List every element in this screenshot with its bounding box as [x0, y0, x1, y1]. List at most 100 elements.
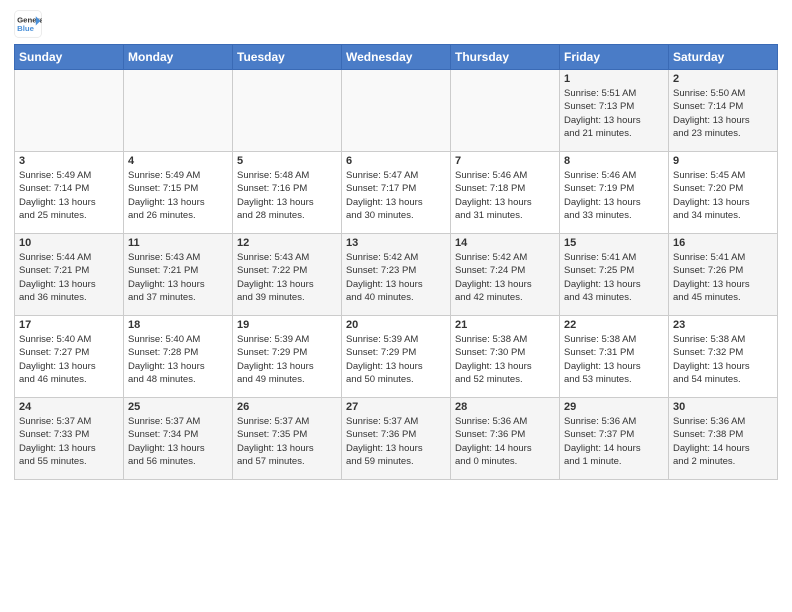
- header-cell-wednesday: Wednesday: [342, 45, 451, 70]
- day-detail: Sunrise: 5:40 AM Sunset: 7:28 PM Dayligh…: [128, 333, 228, 386]
- calendar-cell: 3Sunrise: 5:49 AM Sunset: 7:14 PM Daylig…: [15, 152, 124, 234]
- calendar-cell: 12Sunrise: 5:43 AM Sunset: 7:22 PM Dayli…: [233, 234, 342, 316]
- calendar-cell: 20 Sunrise: 5:39 AM Sunset: 7:29 PM Dayli…: [342, 316, 451, 398]
- calendar-cell: 5 Sunrise: 5:48 AM Sunset: 7:16 PM Daylig…: [233, 152, 342, 234]
- calendar-week-1: 1 Sunrise: 5:51 AM Sunset: 7:13 PM Daylig…: [15, 70, 778, 152]
- calendar-cell: [233, 70, 342, 152]
- day-detail: Sunrise: 5:50 AM Sunset: 7:14 PM Dayligh…: [673, 87, 773, 140]
- day-detail: Sunrise: 5:37 AM Sunset: 7:36 PM Dayligh…: [346, 415, 446, 468]
- day-number: 26: [237, 401, 337, 413]
- day-number: 20: [346, 319, 446, 331]
- calendar-cell: [342, 70, 451, 152]
- day-detail: Sunrise: 5:37 AM Sunset: 7:35 PM Dayligh…: [237, 415, 337, 468]
- day-detail: Sunrise: 5:43 AM Sunset: 7:21 PM Dayligh…: [128, 251, 228, 304]
- page: General Blue SundayMondayTuesdayWednesda…: [0, 0, 792, 612]
- day-number: 15: [564, 237, 664, 249]
- calendar-cell: [124, 70, 233, 152]
- calendar-cell: 15 Sunrise: 5:41 AM Sunset: 7:25 PM Dayli…: [560, 234, 669, 316]
- day-detail: Sunrise: 5:38 AM Sunset: 7:32 PM Dayligh…: [673, 333, 773, 386]
- day-detail: Sunrise: 5:40 AM Sunset: 7:27 PM Dayligh…: [19, 333, 119, 386]
- day-number: 14: [455, 237, 555, 249]
- calendar-cell: 17 Sunrise: 5:40 AM Sunset: 7:27 PM Dayli…: [15, 316, 124, 398]
- day-detail: Sunrise: 5:46 AM Sunset: 7:18 PM Dayligh…: [455, 169, 555, 222]
- calendar-table: SundayMondayTuesdayWednesdayThursdayFrid…: [14, 44, 778, 480]
- day-detail: Sunrise: 5:41 AM Sunset: 7:25 PM Dayligh…: [564, 251, 664, 304]
- day-number: 17: [19, 319, 119, 331]
- header: General Blue: [14, 10, 778, 38]
- day-detail: Sunrise: 5:43 AM Sunset: 7:22 PM Dayligh…: [237, 251, 337, 304]
- logo-icon: General Blue: [14, 10, 42, 38]
- header-cell-monday: Monday: [124, 45, 233, 70]
- day-detail: Sunrise: 5:42 AM Sunset: 7:24 PM Dayligh…: [455, 251, 555, 304]
- day-detail: Sunrise: 5:51 AM Sunset: 7:13 PM Dayligh…: [564, 87, 664, 140]
- logo: General Blue: [14, 10, 42, 38]
- calendar-cell: 9 Sunrise: 5:45 AM Sunset: 7:20 PM Daylig…: [669, 152, 778, 234]
- calendar-cell: 23 Sunrise: 5:38 AM Sunset: 7:32 PM Dayli…: [669, 316, 778, 398]
- day-number: 27: [346, 401, 446, 413]
- day-number: 2: [673, 73, 773, 85]
- day-number: 1: [564, 73, 664, 85]
- calendar-cell: 16 Sunrise: 5:41 AM Sunset: 7:26 PM Dayli…: [669, 234, 778, 316]
- calendar-cell: 2 Sunrise: 5:50 AM Sunset: 7:14 PM Daylig…: [669, 70, 778, 152]
- day-number: 8: [564, 155, 664, 167]
- calendar-cell: 1 Sunrise: 5:51 AM Sunset: 7:13 PM Daylig…: [560, 70, 669, 152]
- calendar-cell: 24 Sunrise: 5:37 AM Sunset: 7:33 PM Dayli…: [15, 398, 124, 480]
- calendar-cell: 28 Sunrise: 5:36 AM Sunset: 7:36 PM Dayli…: [451, 398, 560, 480]
- calendar-cell: 6Sunrise: 5:47 AM Sunset: 7:17 PM Daylig…: [342, 152, 451, 234]
- calendar-cell: 27 Sunrise: 5:37 AM Sunset: 7:36 PM Dayli…: [342, 398, 451, 480]
- day-detail: Sunrise: 5:45 AM Sunset: 7:20 PM Dayligh…: [673, 169, 773, 222]
- calendar-cell: 10 Sunrise: 5:44 AM Sunset: 7:21 PM Dayli…: [15, 234, 124, 316]
- calendar-cell: 18 Sunrise: 5:40 AM Sunset: 7:28 PM Dayli…: [124, 316, 233, 398]
- day-number: 22: [564, 319, 664, 331]
- day-number: 16: [673, 237, 773, 249]
- day-detail: Sunrise: 5:36 AM Sunset: 7:37 PM Dayligh…: [564, 415, 664, 468]
- day-detail: Sunrise: 5:41 AM Sunset: 7:26 PM Dayligh…: [673, 251, 773, 304]
- calendar-body: 1 Sunrise: 5:51 AM Sunset: 7:13 PM Daylig…: [15, 70, 778, 480]
- day-number: 18: [128, 319, 228, 331]
- day-detail: Sunrise: 5:48 AM Sunset: 7:16 PM Dayligh…: [237, 169, 337, 222]
- calendar-cell: 25Sunrise: 5:37 AM Sunset: 7:34 PM Dayli…: [124, 398, 233, 480]
- calendar-cell: 14 Sunrise: 5:42 AM Sunset: 7:24 PM Dayli…: [451, 234, 560, 316]
- calendar-cell: 30Sunrise: 5:36 AM Sunset: 7:38 PM Dayli…: [669, 398, 778, 480]
- day-detail: Sunrise: 5:42 AM Sunset: 7:23 PM Dayligh…: [346, 251, 446, 304]
- day-number: 5: [237, 155, 337, 167]
- day-detail: Sunrise: 5:36 AM Sunset: 7:36 PM Dayligh…: [455, 415, 555, 468]
- day-detail: Sunrise: 5:37 AM Sunset: 7:33 PM Dayligh…: [19, 415, 119, 468]
- day-number: 24: [19, 401, 119, 413]
- day-number: 7: [455, 155, 555, 167]
- calendar-cell: [15, 70, 124, 152]
- day-number: 9: [673, 155, 773, 167]
- day-detail: Sunrise: 5:39 AM Sunset: 7:29 PM Dayligh…: [237, 333, 337, 386]
- header-cell-saturday: Saturday: [669, 45, 778, 70]
- day-detail: Sunrise: 5:38 AM Sunset: 7:31 PM Dayligh…: [564, 333, 664, 386]
- day-number: 10: [19, 237, 119, 249]
- calendar-cell: 26 Sunrise: 5:37 AM Sunset: 7:35 PM Dayli…: [233, 398, 342, 480]
- day-number: 28: [455, 401, 555, 413]
- day-number: 4: [128, 155, 228, 167]
- calendar-week-5: 24 Sunrise: 5:37 AM Sunset: 7:33 PM Dayli…: [15, 398, 778, 480]
- header-cell-friday: Friday: [560, 45, 669, 70]
- day-number: 23: [673, 319, 773, 331]
- day-number: 21: [455, 319, 555, 331]
- calendar-cell: 13 Sunrise: 5:42 AM Sunset: 7:23 PM Dayli…: [342, 234, 451, 316]
- calendar-header: SundayMondayTuesdayWednesdayThursdayFrid…: [15, 45, 778, 70]
- calendar-cell: 29 Sunrise: 5:36 AM Sunset: 7:37 PM Dayli…: [560, 398, 669, 480]
- day-number: 6: [346, 155, 446, 167]
- day-number: 13: [346, 237, 446, 249]
- calendar-week-2: 3Sunrise: 5:49 AM Sunset: 7:14 PM Daylig…: [15, 152, 778, 234]
- calendar-cell: 21Sunrise: 5:38 AM Sunset: 7:30 PM Dayli…: [451, 316, 560, 398]
- day-number: 3: [19, 155, 119, 167]
- day-number: 29: [564, 401, 664, 413]
- header-cell-tuesday: Tuesday: [233, 45, 342, 70]
- calendar-cell: 22 Sunrise: 5:38 AM Sunset: 7:31 PM Dayli…: [560, 316, 669, 398]
- day-detail: Sunrise: 5:39 AM Sunset: 7:29 PM Dayligh…: [346, 333, 446, 386]
- calendar-cell: 4Sunrise: 5:49 AM Sunset: 7:15 PM Daylig…: [124, 152, 233, 234]
- day-number: 11: [128, 237, 228, 249]
- calendar-cell: 8Sunrise: 5:46 AM Sunset: 7:19 PM Daylig…: [560, 152, 669, 234]
- calendar-cell: 11 Sunrise: 5:43 AM Sunset: 7:21 PM Dayli…: [124, 234, 233, 316]
- calendar-week-3: 10 Sunrise: 5:44 AM Sunset: 7:21 PM Dayli…: [15, 234, 778, 316]
- header-cell-thursday: Thursday: [451, 45, 560, 70]
- day-detail: Sunrise: 5:44 AM Sunset: 7:21 PM Dayligh…: [19, 251, 119, 304]
- header-row: SundayMondayTuesdayWednesdayThursdayFrid…: [15, 45, 778, 70]
- calendar-cell: [451, 70, 560, 152]
